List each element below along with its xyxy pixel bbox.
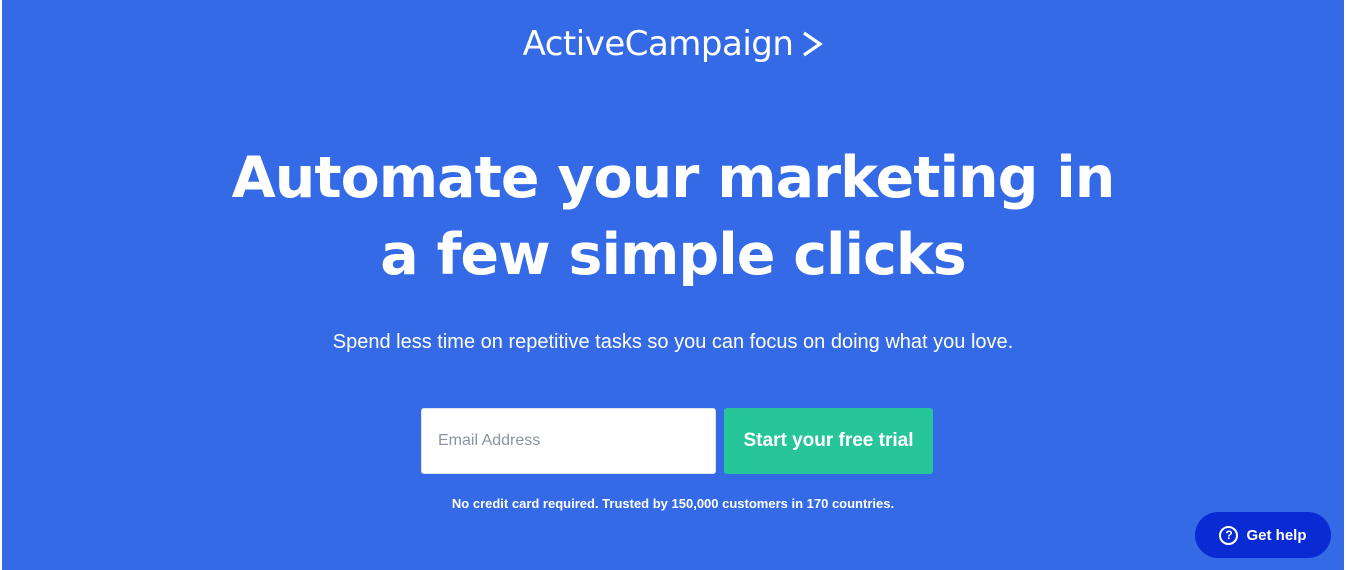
start-free-trial-button[interactable]: Start your free trial	[724, 408, 933, 474]
get-help-button[interactable]: ? Get help	[1195, 512, 1331, 558]
question-circle-icon: ?	[1219, 525, 1239, 545]
hero-subheadline: Spend less time on repetitive tasks so y…	[332, 331, 1014, 353]
hero-section: ActiveCampaign Automate your marketing i…	[2, 0, 1344, 570]
logo-wordmark: ActiveCampaign	[522, 24, 794, 64]
chevron-right-icon	[803, 31, 824, 57]
signup-disclaimer: No credit card required. Trusted by 150,…	[451, 496, 895, 511]
signup-form: Start your free trial	[421, 408, 933, 474]
get-help-label: Get help	[1246, 526, 1307, 544]
brand-logo[interactable]: ActiveCampaign	[2, 24, 1344, 64]
headline-line-1: Automate your marketing in	[231, 145, 1116, 211]
hero-headline: Automate your marketing in a few simple …	[2, 140, 1344, 294]
headline-line-2: a few simple clicks	[380, 222, 966, 288]
email-input[interactable]	[421, 408, 716, 474]
